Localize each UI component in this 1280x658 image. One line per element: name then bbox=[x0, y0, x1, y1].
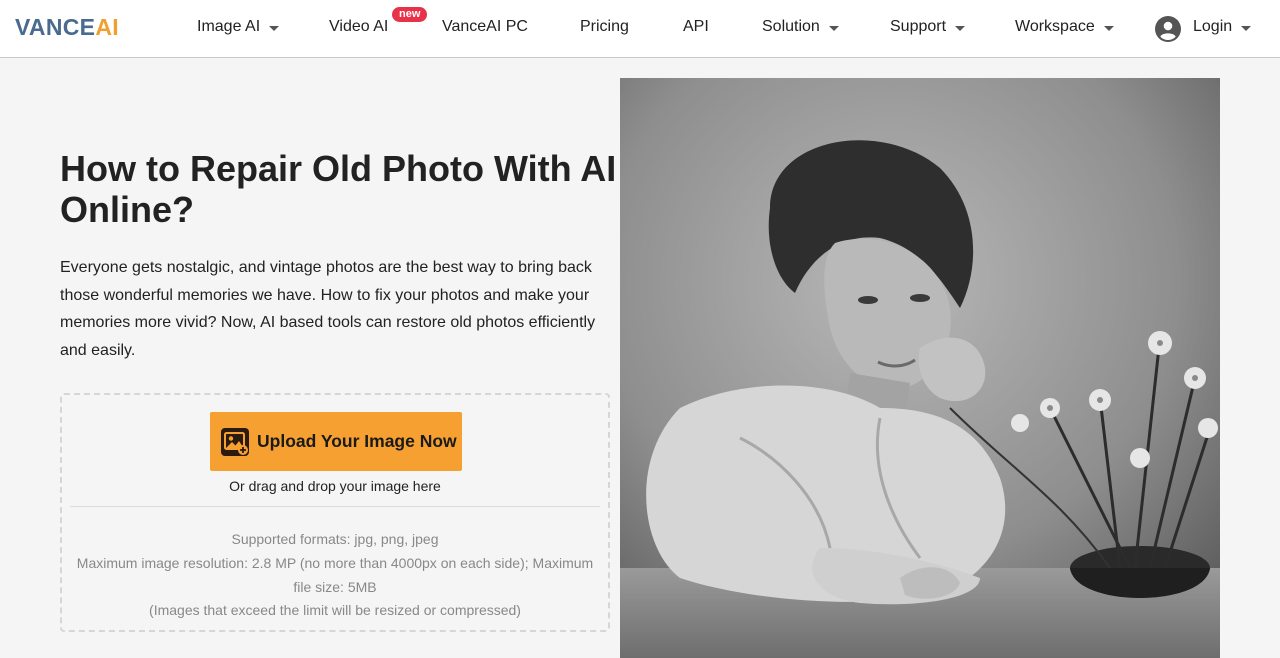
size-limits-text: Maximum image resolution: 2.8 MP (no mor… bbox=[76, 555, 594, 595]
new-badge: new bbox=[392, 7, 428, 22]
chevron-down-icon bbox=[1103, 25, 1114, 31]
nav-pricing[interactable]: Pricing bbox=[580, 18, 629, 36]
nav-vanceai-pc[interactable]: VanceAI PC bbox=[442, 18, 528, 36]
chevron-down-icon bbox=[955, 25, 966, 31]
upload-drop-zone[interactable]: Upload Your Image Now Or drag and drop y… bbox=[60, 393, 610, 632]
image-upload-icon bbox=[221, 427, 249, 456]
drag-drop-hint: Or drag and drop your image here bbox=[229, 478, 441, 494]
logo-text-ai: AI bbox=[95, 14, 119, 40]
nav-workspace-label: Workspace bbox=[1015, 18, 1095, 35]
top-nav-bar: VANCEAI Image AI Video AI new VanceAI PC… bbox=[0, 0, 1280, 58]
intro-paragraph: Everyone gets nostalgic, and vintage pho… bbox=[60, 259, 596, 359]
nav-support[interactable]: Support bbox=[890, 18, 966, 36]
nav-image-ai-label: Image AI bbox=[197, 18, 261, 35]
page-title: How to Repair Old Photo With AI Online? bbox=[60, 148, 617, 230]
chevron-down-icon bbox=[269, 25, 280, 31]
nav-pricing-label: Pricing bbox=[580, 18, 629, 35]
nav-support-label: Support bbox=[890, 18, 947, 35]
nav-solution[interactable]: Solution bbox=[762, 18, 839, 36]
upload-button-label: Upload Your Image Now bbox=[257, 431, 457, 451]
divider bbox=[70, 506, 600, 507]
chevron-down-icon bbox=[828, 25, 839, 31]
nav-api[interactable]: API bbox=[683, 18, 709, 36]
nav-api-label: API bbox=[683, 18, 709, 35]
logo-text-vance: VANCE bbox=[15, 14, 96, 40]
nav-image-ai[interactable]: Image AI bbox=[197, 18, 280, 36]
vintage-portrait-image bbox=[620, 78, 1220, 658]
user-avatar-icon[interactable] bbox=[1155, 16, 1181, 42]
resize-note-text: (Images that exceed the limit will be re… bbox=[149, 602, 521, 618]
nav-login[interactable]: Login bbox=[1193, 18, 1252, 36]
nav-video-ai[interactable]: Video AI bbox=[329, 18, 388, 36]
vintage-portrait-photo bbox=[620, 78, 1220, 658]
vanceai-logo[interactable]: VANCEAI bbox=[15, 14, 119, 41]
nav-solution-label: Solution bbox=[762, 18, 820, 35]
nav-vanceai-pc-label: VanceAI PC bbox=[442, 18, 528, 35]
nav-workspace[interactable]: Workspace bbox=[1015, 18, 1114, 36]
supported-formats-text: Supported formats: jpg, png, jpeg bbox=[231, 531, 439, 547]
nav-login-label: Login bbox=[1193, 18, 1233, 35]
upload-image-button[interactable]: Upload Your Image Now bbox=[210, 412, 462, 471]
nav-video-ai-label: Video AI bbox=[329, 18, 389, 35]
chevron-down-icon bbox=[1241, 25, 1252, 31]
